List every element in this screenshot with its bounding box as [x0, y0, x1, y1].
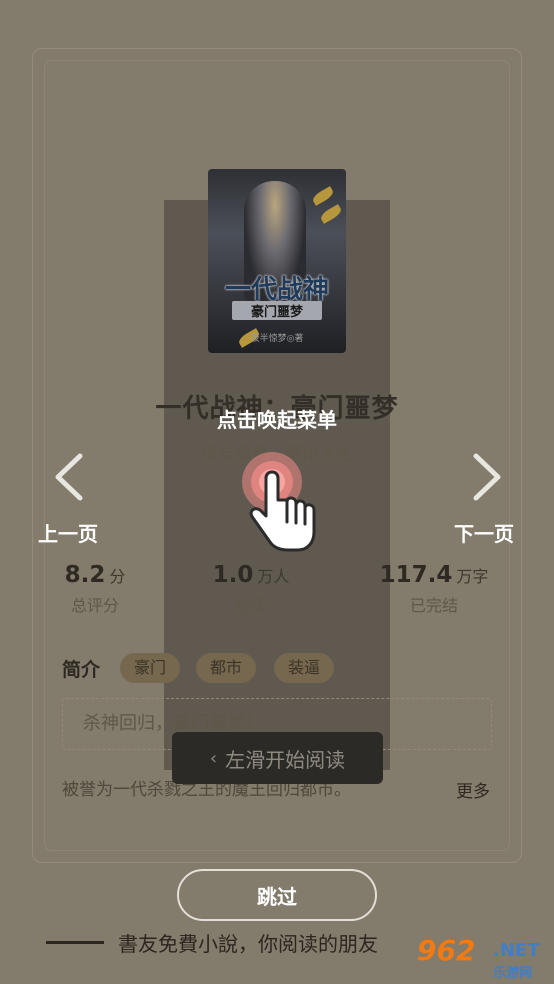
chevron-left-small-icon: ‹: [209, 747, 218, 769]
skip-label: 跳过: [257, 884, 297, 909]
cover-leaf: [318, 204, 344, 224]
stat-rating: 8.2 分 总评分: [50, 562, 140, 616]
stat-value: 8.2: [64, 562, 106, 588]
swipe-label: 左滑开始阅读: [225, 747, 346, 772]
swipe-start-reading-button[interactable]: ‹ 左滑开始阅读: [172, 732, 383, 784]
stat-unit: 分: [109, 567, 126, 586]
next-page-button[interactable]: 下一页: [454, 518, 514, 547]
stat-unit: 万字: [456, 567, 489, 586]
stat-readers: 1.0 万人 在读: [196, 562, 306, 616]
watermark-net: .NET: [493, 940, 540, 961]
chevron-right-icon[interactable]: [466, 452, 506, 502]
stat-caption: 总评分: [70, 596, 119, 615]
stat-value: 1.0: [212, 562, 254, 588]
prev-page-button[interactable]: 上一页: [38, 518, 98, 547]
tag-chip[interactable]: 装逼: [274, 653, 335, 683]
watermark-cn: 乐游网: [493, 966, 533, 981]
stat-caption: 已完结: [409, 596, 458, 615]
slogan-text: 書友免費小說，你阅读的朋友: [118, 932, 378, 956]
chevron-left-icon[interactable]: [50, 452, 90, 502]
stat-caption: 在读: [234, 596, 267, 615]
more-link[interactable]: 更多: [456, 777, 490, 802]
watermark-number: 962: [417, 934, 476, 967]
stat-value: 117.4: [379, 562, 453, 588]
tag-chip[interactable]: 都市: [196, 653, 257, 683]
cover-subtitle-art: 豪门噩梦: [232, 301, 322, 320]
site-watermark: 962 .NET 乐游网: [415, 934, 549, 982]
tap-hand-icon: [242, 452, 316, 552]
cover-author-art: 夜半惊梦◎著: [250, 334, 304, 344]
book-cover[interactable]: 一代战神 豪门噩梦 夜半惊梦◎著: [208, 169, 346, 353]
slogan-divider: [46, 941, 104, 944]
stat-words: 117.4 万字 已完结: [368, 562, 500, 616]
stat-unit: 万人: [257, 567, 290, 586]
tap-menu-hint: 点击唤起菜单: [217, 408, 337, 432]
tag-chip[interactable]: 豪门: [120, 653, 181, 683]
intro-label: 简介: [62, 659, 101, 681]
cover-leaf: [310, 186, 336, 206]
skip-button[interactable]: 跳过: [177, 869, 377, 921]
